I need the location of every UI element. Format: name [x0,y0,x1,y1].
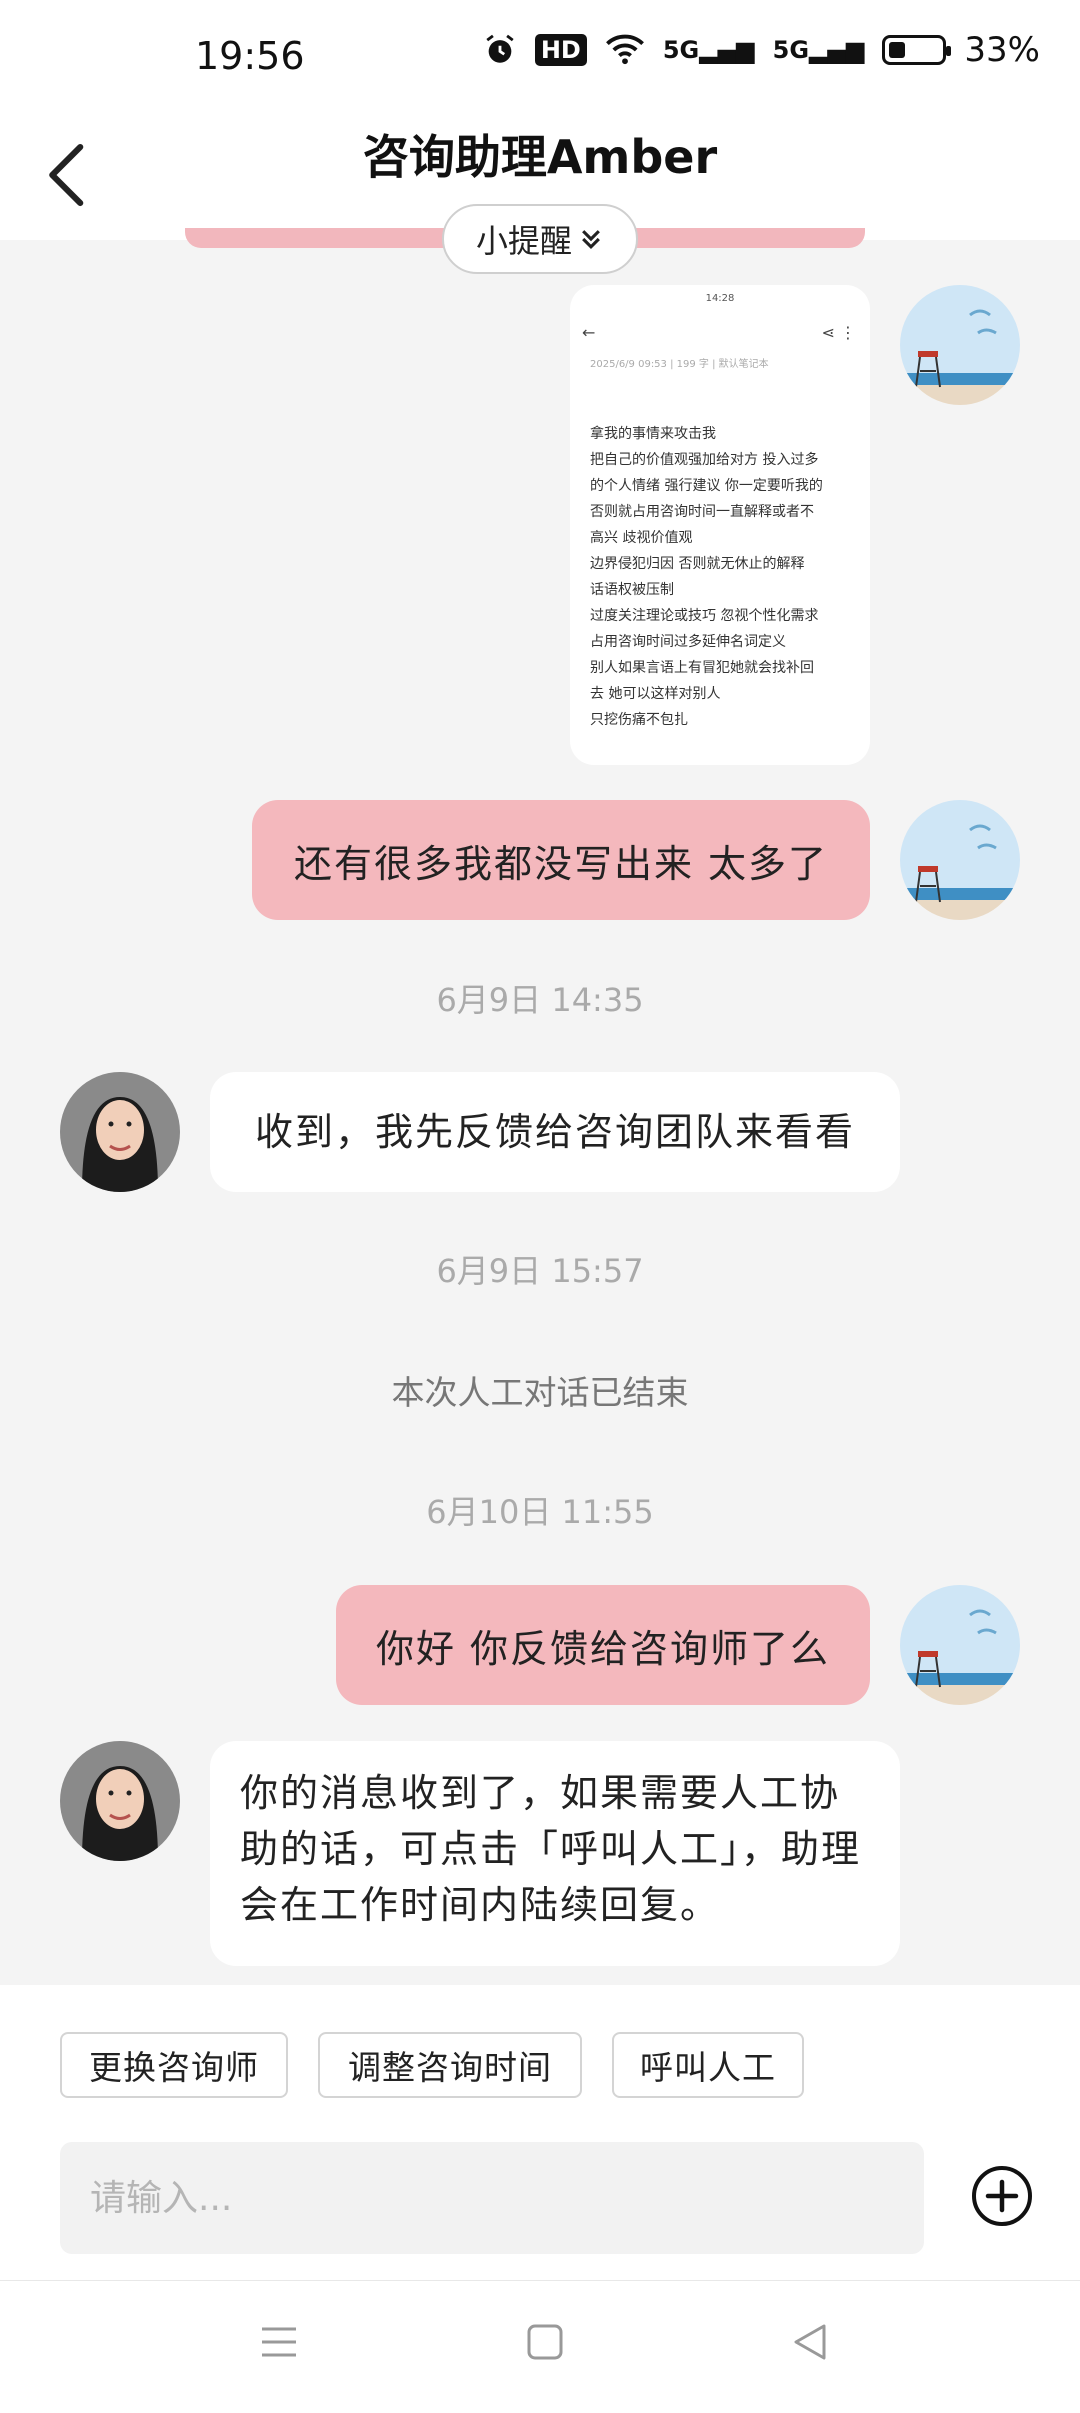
assistant-avatar[interactable] [60,1072,180,1192]
assistant-photo [60,1072,180,1192]
signal-label-2: 5G [772,36,810,64]
battery-icon [882,35,952,65]
chevron-double-down-icon [582,230,600,250]
image-toolbar: ← ⋖ ⋮ [582,323,856,342]
beach-avatar-image [900,1585,1020,1705]
my-message-bubble[interactable]: 你好 你反馈给咨询师了么 [336,1585,870,1705]
home-icon[interactable] [524,2321,566,2363]
system-nav-bar [0,2280,1080,2413]
status-bar: 19:56 HD 5G▂▄▆ 5G▂▄▆ 33% [0,0,1080,110]
adjust-time-button[interactable]: 调整咨询时间 [318,2032,582,2098]
reminder-toggle-button[interactable]: 小提醒 [442,204,638,274]
assistant-photo [60,1741,180,1861]
call-human-button[interactable]: 呼叫人工 [612,2032,804,2098]
message-input[interactable] [60,2142,924,2254]
hd-voice-icon: HD [534,34,587,66]
system-notice: 本次人工对话已结束 [391,1373,689,1412]
beach-avatar-image [900,285,1020,405]
signal-5g-icon: 5G▂▄▆ [662,36,755,64]
image-message[interactable]: 14:28 ← ⋖ ⋮ 2025/6/9 09:53 | 199 字 | 默认笔记… [570,285,870,765]
my-message-bubble[interactable]: 还有很多我都没写出来 太多了 [252,800,870,920]
image-status-time: 14:28 [705,293,735,304]
message-timestamp: 6月10日 11:55 [426,1493,654,1531]
assistant-avatar[interactable] [60,1741,180,1861]
page-title: 咨询助理Amber [362,130,718,184]
signal-5g-icon-2: 5G▂▄▆ [772,36,865,64]
status-icons: HD 5G▂▄▆ 5G▂▄▆ 33% [483,30,1040,70]
my-avatar[interactable] [900,285,1020,405]
image-back-icon: ← [582,323,596,342]
change-counselor-button[interactable]: 更换咨询师 [60,2032,288,2098]
battery-percent: 33% [964,30,1040,70]
wifi-icon [605,34,644,65]
status-time: 19:56 [195,34,305,78]
alarm-icon [486,34,514,63]
image-note-text: 拿我的事情来攻击我 把自己的价值观强加给对方 投入过多 的个人情绪 强行建议 你… [590,426,823,728]
assistant-message-bubble[interactable]: 你的消息收到了，如果需要人工协助的话，可点击「呼叫人工」，助理会在工作时间内陆续… [210,1741,900,1966]
image-meta: 2025/6/9 09:53 | 199 字 | 默认笔记本 [590,359,769,370]
image-share-icon: ⋖ ⋮ [821,323,857,342]
beach-avatar-image [900,800,1020,920]
menu-icon[interactable] [258,2321,300,2363]
message-timestamp: 6月9日 15:57 [436,1252,644,1290]
back-triangle-icon[interactable] [790,2321,832,2363]
my-avatar[interactable] [900,800,1020,920]
plus-circle-icon[interactable] [970,2164,1034,2228]
signal-label: 5G [662,36,700,64]
reminder-label: 小提醒 [475,222,572,260]
my-avatar[interactable] [900,1585,1020,1705]
message-timestamp: 6月9日 14:35 [436,981,644,1019]
assistant-message-bubble[interactable]: 收到，我先反馈给咨询团队来看看 [210,1072,900,1192]
